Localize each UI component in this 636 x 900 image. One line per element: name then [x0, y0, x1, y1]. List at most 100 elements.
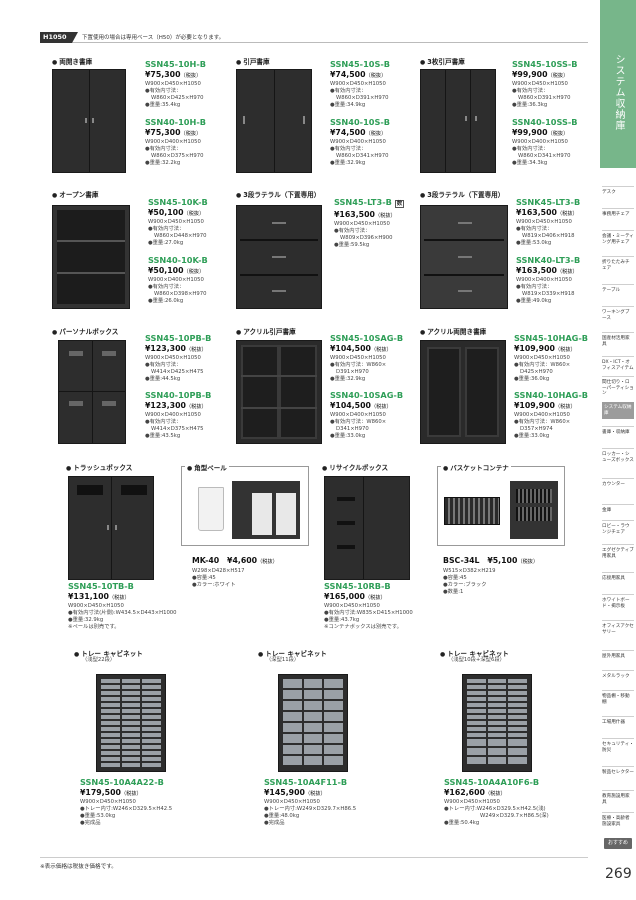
- tray-drawer: [142, 715, 161, 719]
- tray-drawer: [467, 679, 486, 683]
- side-index-item[interactable]: 医療・高齢者施設家具: [602, 812, 634, 827]
- page-number: 269: [605, 866, 632, 882]
- price: ¥75,300（税抜）: [145, 127, 202, 137]
- tray-drawer: [508, 727, 527, 731]
- tray-drawer: [142, 721, 161, 725]
- basket-container-image: [444, 497, 500, 525]
- header-note: 下置使用の場合は専用ベース（H50）が必要となります。: [82, 35, 225, 41]
- tray-drawer: [508, 709, 527, 713]
- double-door-cabinet-image: [52, 69, 126, 173]
- tray-drawer: [101, 745, 120, 749]
- side-index-item[interactable]: 製品セレクター: [602, 766, 634, 776]
- side-index-item[interactable]: ロッカー・シューズボックス: [602, 448, 634, 463]
- product-block: SSN45-10PB-B ¥123,300（税抜） W900×D450×H105…: [145, 333, 212, 382]
- tray-drawer: [467, 691, 486, 695]
- section-title: 3段ラテラル（下置専用）: [420, 189, 504, 199]
- product-block: SSN45-LT3-B 数 ¥163,500（税抜） W900×D450×H10…: [334, 197, 405, 248]
- side-index-item[interactable]: 折りたたみチェア: [602, 256, 634, 271]
- side-index-item[interactable]: テーブル: [602, 284, 634, 294]
- tray-drawer: [324, 690, 343, 699]
- tray-drawer: [508, 757, 527, 764]
- side-index-item[interactable]: エグゼクティブ用家具: [602, 544, 634, 559]
- tray-drawer: [303, 723, 323, 732]
- side-index-item[interactable]: 書庫・収納庫: [602, 426, 634, 436]
- side-index-item[interactable]: ホワイトボード・掲示板: [602, 594, 634, 609]
- side-index-item[interactable]: 国産材活用家具: [602, 332, 634, 347]
- tray-drawer: [121, 757, 141, 761]
- product-block: SSN40-10S-B ¥74,500（税抜） W900×D400×H1050 …: [330, 117, 390, 166]
- section-title: アクリル引戸書庫: [236, 326, 295, 336]
- side-index-item[interactable]: 屋外用家具: [602, 650, 634, 660]
- tray-drawer: [101, 751, 120, 755]
- tray-drawer: [303, 712, 323, 721]
- side-index-item[interactable]: システム収納庫: [602, 402, 634, 420]
- tray-drawer: [303, 679, 323, 688]
- basket-in-cabinet-image: [510, 481, 558, 539]
- side-index-item[interactable]: 間仕切り・ローパーティション: [602, 376, 634, 397]
- trash-box-image: [68, 476, 154, 580]
- tray-cabinet-mixed-image: [462, 674, 532, 772]
- tray-drawer: [142, 739, 161, 743]
- side-index-item[interactable]: オフィスアクセサリー: [602, 620, 634, 635]
- side-index-item[interactable]: カウンター: [602, 478, 634, 488]
- side-index-item[interactable]: 応接用家具: [602, 572, 634, 582]
- tray-cabinet-shallow-image: [96, 674, 166, 772]
- product-block: SSN40-10H-B ¥75,300（税抜） W900×D400×H1050 …: [145, 117, 206, 166]
- side-index-item[interactable]: セキュリティ・防災: [602, 738, 634, 753]
- tray-drawer: [508, 703, 527, 707]
- side-index-item[interactable]: 金庫: [602, 504, 634, 514]
- tray-drawer: [101, 721, 120, 725]
- side-index-item[interactable]: DX・ICT・オフィスアイテム: [602, 356, 634, 371]
- product-block: SSN40-10PB-B ¥123,300（税抜） W900×D400×H105…: [145, 390, 212, 439]
- tray-drawer: [324, 701, 343, 710]
- tray-drawer: [324, 734, 343, 743]
- tray-drawer: [324, 679, 343, 688]
- tray-drawer: [467, 715, 486, 719]
- side-index-item[interactable]: 教育施設用家具: [602, 790, 634, 805]
- tray-drawer: [121, 685, 141, 689]
- product-block: SSN45-10K-B ¥50,100（税抜） W900×D450×H1050 …: [148, 197, 208, 246]
- product-block: SSN45-10S-B ¥74,500（税抜） W900×D450×H1050 …: [330, 59, 390, 108]
- side-index-item[interactable]: 事務用チェア: [602, 208, 634, 218]
- acrylic-sliding-cabinet-image: [236, 340, 322, 444]
- side-index-item[interactable]: 会議・ミーティング用チェア: [602, 230, 634, 245]
- tray-drawer: [324, 745, 343, 754]
- tray-drawer: [101, 715, 120, 719]
- tray-drawer: [101, 703, 120, 707]
- height-tag: H1050: [40, 32, 78, 43]
- tray-drawer: [508, 691, 527, 695]
- footer-divider: [40, 857, 588, 858]
- side-index-item[interactable]: ロビー・ラウンジチェア: [602, 520, 634, 535]
- side-index-item[interactable]: 工場用什器: [602, 716, 634, 726]
- recycle-box-image: [324, 476, 410, 580]
- product-block: SSN40-10K-B ¥50,100（税抜） W900×D400×H1050 …: [148, 255, 208, 304]
- product-block: SSNK45-LT3-B ¥163,500（税抜） W900×D450×H105…: [516, 197, 581, 246]
- tray-drawer: [283, 734, 302, 743]
- section-title: 3段ラテラル（下置専用）: [236, 189, 320, 199]
- recommend-badge[interactable]: おすすめ: [604, 838, 632, 849]
- footer-note: ※表示価格は税抜き価格です。: [40, 864, 117, 870]
- tray-drawer: [283, 756, 302, 765]
- tray-drawer: [324, 756, 343, 765]
- tray-drawer: [142, 709, 161, 713]
- product-block: SSN45-10A4A10F6-B ¥162,600（税抜） W900×D450…: [444, 777, 549, 826]
- product-block: SSN45-10A4F11-B ¥145,900（税抜） W900×D450×H…: [264, 777, 357, 826]
- side-index-item[interactable]: ワーキングブース: [602, 306, 634, 321]
- tray-drawer: [142, 685, 161, 689]
- square-pail-image: [198, 487, 224, 531]
- tray-drawer: [467, 748, 486, 755]
- product-block: SSNK40-LT3-B ¥163,500（税抜） W900×D400×H105…: [516, 255, 581, 304]
- side-index-item[interactable]: メタルラック: [602, 670, 634, 680]
- tray-drawer: [467, 757, 486, 764]
- open-cabinet-image: [52, 205, 130, 309]
- tray-drawer: [487, 727, 507, 731]
- tray-drawer: [487, 691, 507, 695]
- tray-drawer: [467, 721, 486, 725]
- model-number: SSN40-10H-B: [145, 117, 206, 127]
- tray-drawer: [121, 697, 141, 701]
- tray-drawer: [121, 709, 141, 713]
- price: ¥75,300（税抜）: [145, 69, 202, 79]
- section-subtitle: （浅型22段）: [82, 657, 116, 663]
- side-index-item[interactable]: デスク: [602, 186, 634, 196]
- side-index-item[interactable]: 物品棚・移動棚: [602, 690, 634, 705]
